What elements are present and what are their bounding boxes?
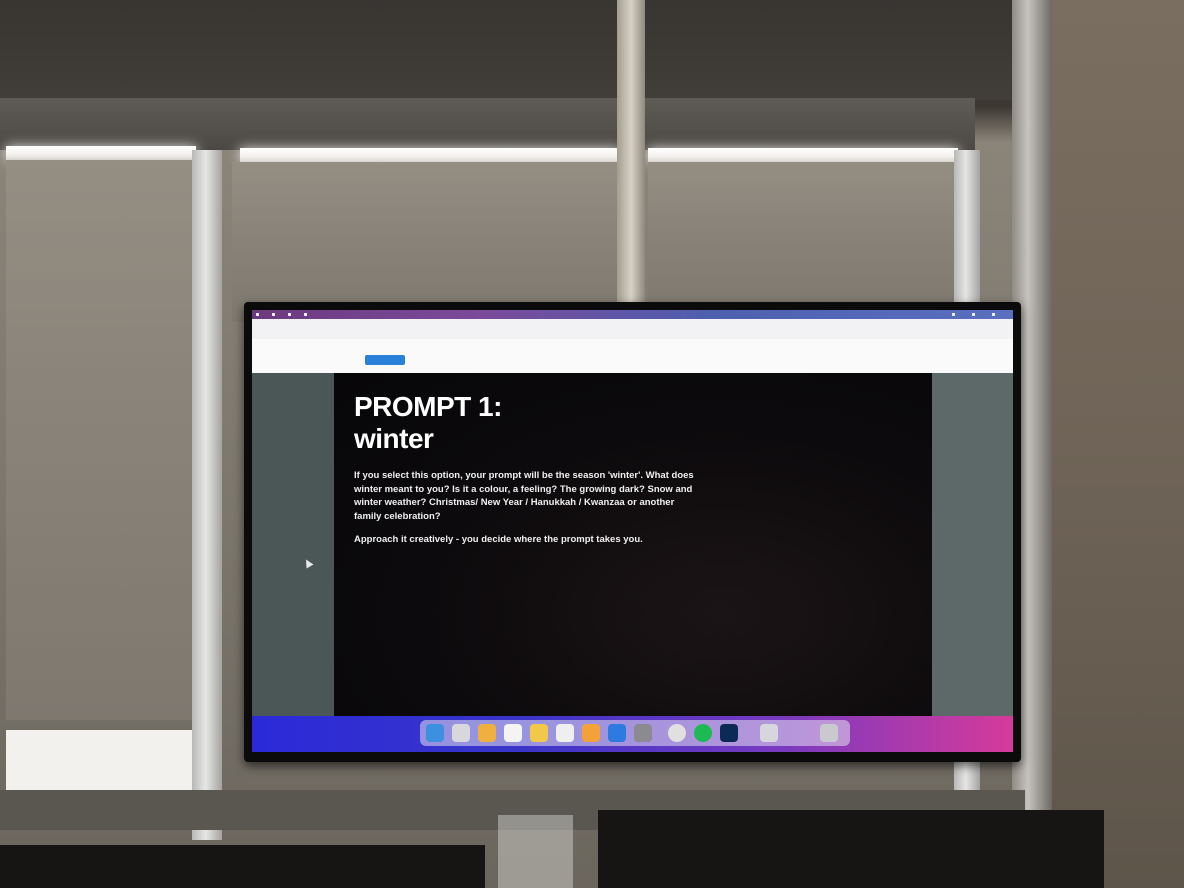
- stop-sharing-button[interactable]: [365, 355, 405, 365]
- window-glow: [6, 730, 192, 790]
- folder-icon[interactable]: [760, 724, 778, 742]
- photoshop-icon[interactable]: [720, 724, 738, 742]
- window-blind-left: [6, 160, 192, 720]
- upper-wall: [0, 0, 1030, 100]
- slide-paragraph-1: If you select this option, your prompt w…: [354, 470, 694, 522]
- photo-scene: PROMPT 1: winter If you select this opti…: [0, 0, 1184, 888]
- launchpad-icon[interactable]: [452, 724, 470, 742]
- mac-menu-bar: [252, 310, 1013, 319]
- mac-dock: [420, 720, 850, 746]
- slide-title: PROMPT 1: winter: [354, 391, 502, 455]
- trash-icon[interactable]: [820, 724, 838, 742]
- reminders-icon[interactable]: [556, 724, 574, 742]
- calendar-icon[interactable]: [504, 724, 522, 742]
- presentation-slide: PROMPT 1: winter If you select this opti…: [334, 373, 932, 716]
- mounting-pole: [617, 0, 645, 305]
- window-frame-post: [192, 150, 222, 840]
- slide-body: If you select this option, your prompt w…: [354, 469, 694, 557]
- window-light-strip: [648, 148, 958, 162]
- foreground-monitor: [598, 810, 1104, 888]
- finder-icon[interactable]: [426, 724, 444, 742]
- browser-tab-bar: [252, 319, 1013, 339]
- slide-title-line1: PROMPT 1:: [354, 391, 502, 422]
- presentation-side-panel-right: [932, 373, 1013, 716]
- pages-icon[interactable]: [582, 724, 600, 742]
- spotify-icon[interactable]: [694, 724, 712, 742]
- ceiling-beam: [0, 98, 975, 150]
- app-store-icon[interactable]: [608, 724, 626, 742]
- window-light-strip: [240, 148, 620, 162]
- photos-icon[interactable]: [478, 724, 496, 742]
- notes-icon[interactable]: [530, 724, 548, 742]
- chrome-icon[interactable]: [668, 724, 686, 742]
- tv-display: PROMPT 1: winter If you select this opti…: [244, 302, 1021, 762]
- window-blind-center: [232, 162, 617, 322]
- mouse-cursor-icon: [302, 557, 314, 569]
- presentation-side-panel-left: [252, 373, 334, 716]
- settings-icon[interactable]: [634, 724, 652, 742]
- glass-divider: [498, 815, 573, 888]
- tv-screen: PROMPT 1: winter If you select this opti…: [252, 310, 1013, 752]
- foreground-monitor: [0, 845, 485, 888]
- window-blind-right: [648, 162, 958, 312]
- slide-title-line2: winter: [354, 423, 434, 454]
- slide-paragraph-2: Approach it creatively - you decide wher…: [354, 534, 643, 545]
- window-light-strip: [6, 146, 196, 160]
